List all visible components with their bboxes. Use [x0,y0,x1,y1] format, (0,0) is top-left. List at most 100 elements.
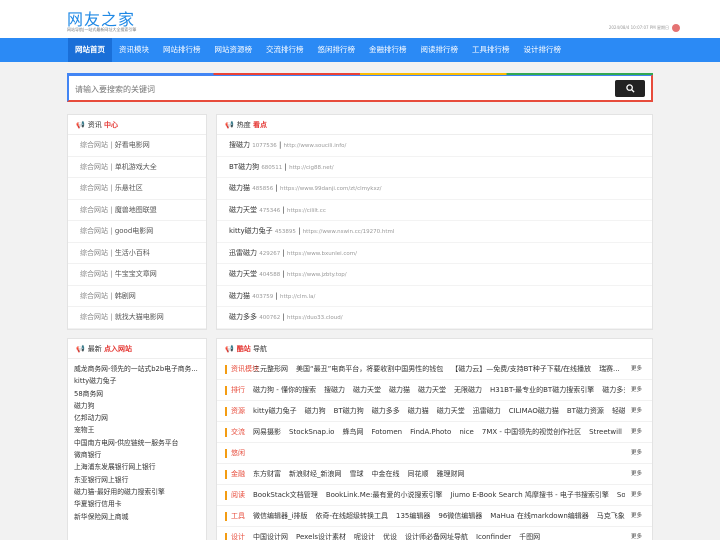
guide-link[interactable]: MaHua 在线markdown编辑器 [490,512,588,520]
guide-link[interactable]: 新浪财经_新浪网 [289,470,342,478]
nav-item[interactable]: 交流排行榜 [259,38,311,62]
guide-category[interactable]: 资源 [231,401,245,421]
guide-link[interactable]: 优设 [383,533,397,540]
more-link[interactable]: 更多 [631,443,642,463]
hot-item[interactable]: 磁力天堂 404588 | https://www.jzbty.top/ [217,264,652,286]
nav-item[interactable]: 阅读排行榜 [414,38,466,62]
nav-item[interactable]: 网站排行榜 [156,38,208,62]
guide-link[interactable]: 雅理财网 [437,470,465,478]
latest-item[interactable]: 东亚银行网上银行 [68,474,206,486]
guide-link[interactable]: 中金在线 [372,470,400,478]
guide-link[interactable]: 磁力天堂 [437,407,465,415]
hot-item[interactable]: 磁力多多 400762 | https://duo33.cloud/ [217,307,652,329]
news-item[interactable]: 综合网站 | 就找大猫电影网 [68,307,206,329]
guide-link[interactable]: 磁力多多 [372,407,400,415]
nav-item[interactable]: 资讯模块 [112,38,156,62]
avatar-icon[interactable] [672,24,680,32]
guide-category[interactable]: 悠闲 [231,443,245,463]
guide-link[interactable]: 磁力多多 [602,386,625,394]
guide-link[interactable]: 磁力天堂 [353,386,381,394]
more-link[interactable]: 更多 [631,506,642,526]
guide-link[interactable]: 三元整形网 [253,365,288,373]
hot-item[interactable]: 迅雷磁力 429267 | https://www.bxunlei.com/ [217,243,652,264]
guide-link[interactable]: 依奇-在线超级转换工具 [315,512,388,520]
latest-item[interactable]: 微商银行 [68,449,206,461]
guide-link[interactable]: 135编辑器 [396,512,430,520]
guide-link[interactable]: 网易摄影 [253,428,281,436]
more-link[interactable]: 更多 [631,380,642,400]
latest-item[interactable]: 58商务网 [68,388,206,400]
news-item[interactable]: 综合网站 | 乐悬社区 [68,178,206,200]
news-item[interactable]: 综合网站 | good电影网 [68,221,206,243]
guide-category[interactable]: 金融 [231,464,245,484]
news-item[interactable]: 综合网站 | 好看电影网 [68,135,206,157]
latest-item[interactable]: 上海浦东发展银行网上银行 [68,461,206,473]
hot-item[interactable]: 磁力天堂 475346 | https://cililt.cc [217,200,652,221]
guide-link[interactable]: BookLink.Me:最有爱的小说搜索引擎 [326,491,443,499]
more-link[interactable]: 更多 [631,485,642,505]
more-link[interactable]: 更多 [631,401,642,421]
guide-link[interactable]: 雪球 [350,470,364,478]
hot-item[interactable]: BT磁力狗 680511 | http://cig88.net/ [217,157,652,178]
latest-item[interactable]: 华夏银行信用卡 [68,498,206,510]
guide-category[interactable]: 工具 [231,506,245,526]
guide-link[interactable]: Fotomen [371,428,402,436]
latest-item[interactable]: 宠物王 [68,424,206,436]
guide-link[interactable]: 迅雷磁力 [473,407,501,415]
news-item[interactable]: 综合网站 | 韩剧网 [68,286,206,307]
guide-link[interactable]: FindA.Photo [410,428,451,436]
guide-link[interactable]: BT磁力狗 [334,407,364,415]
more-link[interactable]: 更多 [631,359,642,379]
guide-link[interactable]: 东方财富 [253,470,281,478]
latest-item[interactable]: 威龙商务网-领先的一站式b2b电子商务... [68,363,206,375]
more-link[interactable]: 更多 [631,464,642,484]
more-link[interactable]: 更多 [631,527,642,540]
nav-item[interactable]: 悠闲排行榜 [311,38,363,62]
guide-link[interactable]: 磁力天堂 [418,386,446,394]
news-item[interactable]: 综合网站 | 生活小百科 [68,243,206,264]
nav-item[interactable]: 工具排行榜 [465,38,517,62]
guide-link[interactable]: 【磁力云】—免费/支持BT种子下载/在线播放 [451,365,591,373]
guide-link[interactable]: 搜磁力 [324,386,345,394]
news-item[interactable]: 综合网站 | 牛宝宝文章网 [68,264,206,286]
guide-link[interactable]: StockSnap.io [289,428,334,436]
guide-category[interactable]: 阅读 [231,485,245,505]
hot-item[interactable]: 磁力猫 403759 | http://clm.la/ [217,286,652,307]
guide-link[interactable]: 磁力猫 [408,407,429,415]
guide-link[interactable]: 轻磁力聚合 [612,407,625,415]
guide-link[interactable]: CILIMAO磁力猫 [509,407,559,415]
guide-category[interactable]: 排行 [231,380,245,400]
latest-item[interactable]: 新华保险网上商城 [68,511,206,523]
guide-link[interactable]: 磁力猫 [389,386,410,394]
guide-link[interactable]: BookStack文档管理 [253,491,318,499]
guide-link[interactable]: 美国“最丑”电商平台，将要收割中国男性的钱包 [296,365,443,373]
latest-item[interactable]: 中国南方电网-供应链统一服务平台 [68,437,206,449]
guide-link[interactable]: Streetwill [589,428,622,436]
search-input[interactable] [75,82,595,96]
guide-link[interactable]: BT磁力资源 [567,407,604,415]
guide-category[interactable]: 交流 [231,422,245,442]
latest-item[interactable]: 亿邦动力网 [68,412,206,424]
guide-link[interactable]: SoShu... [617,491,625,499]
nav-item[interactable]: 网站资源榜 [208,38,260,62]
guide-link[interactable]: H31BT-最专业的BT磁力搜索引擎 [490,386,594,394]
guide-link[interactable]: 7MX - 中国领先的视觉创作社区 [482,428,581,436]
guide-link[interactable]: 呢设计 [354,533,375,540]
guide-link[interactable]: 马克飞象 [597,512,625,520]
news-item[interactable]: 综合网站 | 魔兽地图联盟 [68,200,206,221]
guide-link[interactable]: 磁力狗 [305,407,326,415]
guide-link[interactable]: 无限磁力 [454,386,482,394]
guide-link[interactable]: 同花顺 [408,470,429,478]
nav-item[interactable]: 设计排行榜 [517,38,569,62]
guide-category[interactable]: 设计 [231,527,245,540]
latest-item[interactable]: kitty磁力兔子 [68,375,206,387]
guide-link[interactable]: nice [459,428,474,436]
guide-link[interactable]: Jiumo E-Book Search 鸠摩搜书 - 电子书搜索引擎 [451,491,609,499]
hot-item[interactable]: kitty磁力兔子 453895 | https://www.nswin.cc/… [217,221,652,243]
latest-item[interactable]: 磁力狗 [68,400,206,412]
guide-link[interactable]: 瑞赛... [599,365,620,373]
nav-item[interactable]: 金融排行榜 [362,38,414,62]
hot-item[interactable]: 磁力猫 485856 | https://www.99danji.com/zt/… [217,178,652,200]
guide-link[interactable]: 中国设计网 [253,533,288,540]
guide-link[interactable]: Pexels设计素材 [296,533,346,540]
